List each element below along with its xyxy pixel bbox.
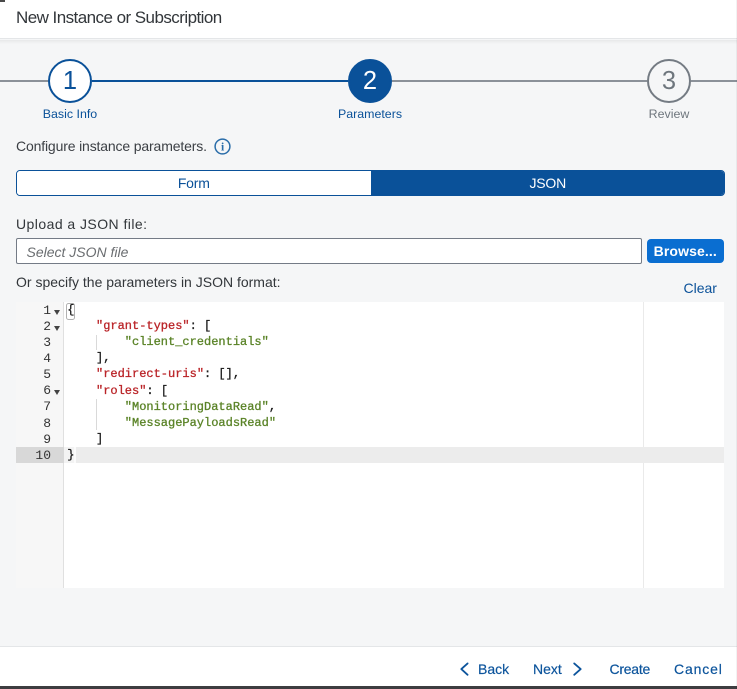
svg-text:i: i [221, 141, 225, 153]
